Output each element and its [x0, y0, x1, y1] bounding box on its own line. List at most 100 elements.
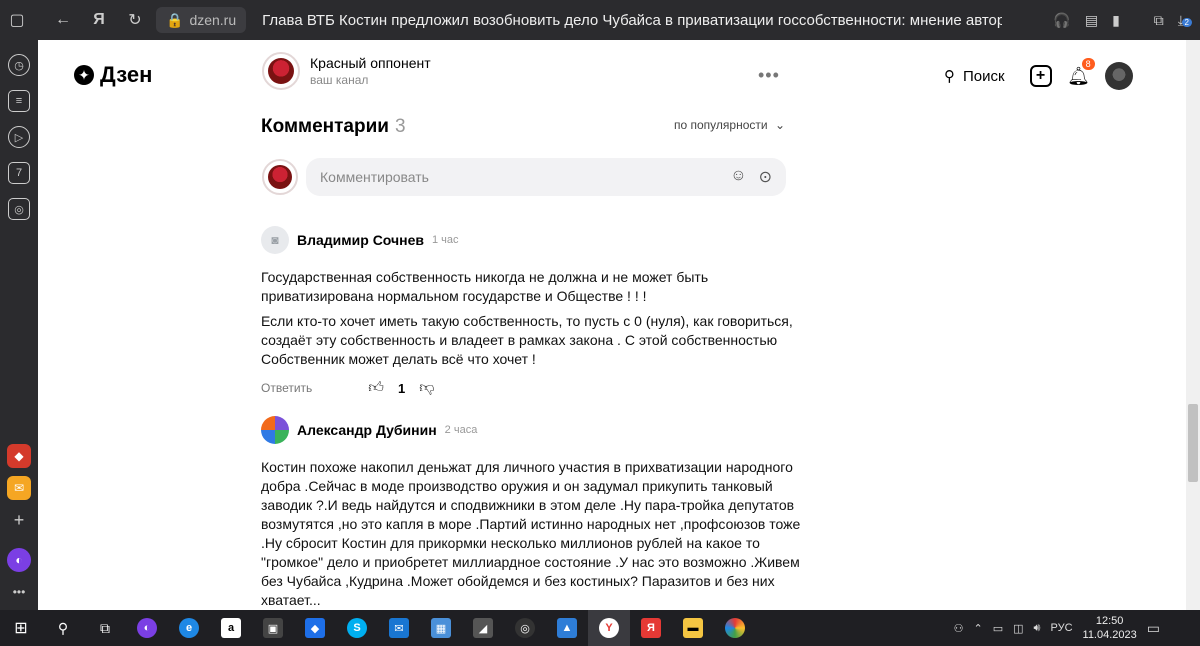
headphones-icon[interactable]: 🎧 — [1053, 12, 1070, 29]
comment-item: ◙ Владимир Сочнев 1 час Государственная … — [261, 226, 801, 397]
windows-start-icon[interactable]: ⊞ — [0, 610, 42, 646]
downloads-badge: 2 — [1181, 17, 1192, 27]
sidebar-toggle-icon[interactable]: ▢ — [4, 7, 30, 33]
comment-paragraph: Государственная собственность никогда не… — [261, 269, 709, 304]
sidebar-apps: ◆ ✉ + ◐ ••• — [0, 444, 38, 604]
skype-icon[interactable]: S — [336, 610, 378, 646]
app-red-icon[interactable]: ◆ — [7, 444, 31, 468]
notes-icon[interactable]: ≡ — [8, 90, 30, 112]
lock-icon: 🔒 — [166, 11, 184, 28]
avatar-placeholder-icon[interactable]: ◙ — [261, 226, 289, 254]
alice-taskbar-icon[interactable]: ◐ — [126, 610, 168, 646]
like-count: 1 — [397, 380, 406, 396]
search-label: Поиск — [963, 67, 1005, 85]
volume-icon[interactable]: 🔊︎ — [1034, 622, 1041, 635]
url-text: dzen.ru — [189, 12, 237, 28]
language-indicator[interactable]: РУС — [1050, 622, 1072, 634]
mail-icon[interactable]: ✉ — [378, 610, 420, 646]
battery-icon[interactable]: ▭ — [993, 622, 1003, 635]
collections-icon[interactable]: ⧉ — [1154, 12, 1164, 29]
avatar[interactable] — [261, 416, 289, 444]
chevron-down-icon: ⌄ — [774, 118, 785, 132]
browser-toolbar: ▢ ← Я ↻ 🔒 dzen.ru Глава ВТБ Костин предл… — [0, 0, 1200, 40]
film-icon[interactable]: ◎ — [504, 610, 546, 646]
back-icon[interactable]: ← — [50, 7, 76, 33]
clock-date: 11.04.2023 — [1082, 629, 1137, 641]
yandex-icon[interactable]: Я — [630, 610, 672, 646]
app-mail-icon[interactable]: ✉ — [7, 476, 31, 500]
people-icon[interactable]: ⚇ — [954, 622, 964, 635]
photos-icon[interactable]: ▦ — [420, 610, 462, 646]
alice-icon[interactable]: ◐ — [7, 548, 31, 572]
thumbs-down-icon[interactable]: 👎︎ — [419, 379, 434, 397]
composer-avatar — [262, 159, 298, 195]
notifications-badge: 8 — [1081, 58, 1095, 70]
store-icon[interactable]: ▣ — [252, 610, 294, 646]
play-icon[interactable]: ▷ — [8, 126, 30, 148]
amazon-icon[interactable]: a — [210, 610, 252, 646]
camera-icon[interactable]: ◎ — [8, 198, 30, 220]
emoji-icon[interactable]: ☺ — [730, 167, 746, 187]
thumbs-up-icon[interactable]: 👍︎ — [368, 379, 384, 397]
scrollbar-thumb[interactable] — [1188, 404, 1198, 482]
comment-author[interactable]: Александр Дубинин — [297, 422, 437, 438]
more-apps-icon[interactable]: ••• — [7, 580, 31, 604]
reload-icon[interactable]: ↻ — [122, 7, 148, 33]
channel-avatar[interactable] — [262, 52, 300, 90]
dzen-star-icon: ✦ — [74, 65, 94, 85]
taskbar: ⊞ ⚲ ⧉ ◐ e a ▣ ◆ S ✉ ▦ ◢ ◎ ▲ Y Я ▬ ⚇ ⌃ ▭ … — [0, 610, 1200, 646]
logo-text: Дзен — [100, 62, 153, 87]
comment-paragraph: Костин похоже накопил деньжат для личног… — [261, 459, 801, 608]
reader-icon[interactable]: ▤ — [1085, 12, 1098, 29]
comment-input[interactable] — [306, 158, 786, 196]
add-app-icon[interactable]: + — [7, 508, 31, 532]
attach-photo-icon[interactable]: ⊙ — [759, 167, 772, 187]
user-avatar[interactable] — [1104, 62, 1133, 90]
task-view-icon[interactable]: ⧉ — [84, 610, 126, 646]
sort-label: по популярности — [674, 118, 768, 132]
create-button[interactable]: + — [1029, 64, 1053, 88]
downloads-icon[interactable]: ⤓ 2 — [1178, 12, 1192, 29]
edge-icon[interactable]: e — [168, 610, 210, 646]
page-title: Глава ВТБ Костин предложил возобновить д… — [262, 11, 1003, 29]
channel-name[interactable]: Красный оппонент — [310, 55, 431, 71]
comment-author[interactable]: Владимир Сочнев — [297, 232, 424, 248]
network-icon[interactable]: ◫ — [1013, 622, 1023, 635]
notifications-button[interactable]: 🔔︎ 8 — [1067, 58, 1095, 88]
bookmark-icon[interactable]: ▮ — [1112, 12, 1120, 29]
comment-text: Костин похоже накопил деньжат для личног… — [261, 458, 801, 610]
comment-time: 1 час — [431, 234, 459, 246]
dzen-logo[interactable]: ✦ Дзен — [74, 62, 152, 88]
page-scrollbar[interactable] — [1186, 40, 1200, 610]
comments-heading: Комментарии 3 — [261, 116, 406, 138]
history-icon[interactable]: ◷ — [8, 54, 30, 76]
comment-text: Государственная собственность никогда не… — [261, 268, 801, 369]
search-button[interactable]: ⚲ Поиск — [934, 67, 1015, 86]
search-icon[interactable]: ⚲ — [42, 610, 84, 646]
calendar-icon[interactable]: 7 — [8, 162, 30, 184]
sort-dropdown[interactable]: по популярности ⌄ — [674, 118, 785, 132]
app-icon[interactable]: ◢ — [462, 610, 504, 646]
reply-button[interactable]: Ответить — [261, 381, 312, 395]
comment-composer: ☺ ⊙ — [262, 158, 786, 196]
page-content: ✦ Дзен Красный оппонент ваш канал ••• ⚲ … — [38, 40, 1186, 610]
yandex-icon[interactable]: Я — [86, 7, 112, 33]
comments-count: 3 — [394, 116, 406, 137]
plus-icon: + — [1029, 65, 1052, 87]
tray-chevron-icon[interactable]: ⌃ — [974, 622, 983, 635]
comment-item: Александр Дубинин 2 часа Костин похоже н… — [261, 416, 801, 610]
header-actions: ⚲ Поиск + 🔔︎ 8 — [934, 58, 1133, 90]
channel-info[interactable]: Красный оппонент ваш канал — [262, 52, 431, 90]
clock-time: 12:50 — [1095, 615, 1124, 627]
comment-time: 2 часа — [444, 424, 478, 436]
dropbox-icon[interactable]: ◆ — [294, 610, 336, 646]
address-bar[interactable]: 🔒 dzen.ru — [156, 7, 247, 33]
image-viewer-icon[interactable]: ▲ — [546, 610, 588, 646]
clock[interactable]: 12:50 11.04.2023 — [1083, 614, 1137, 642]
more-options-icon[interactable]: ••• — [758, 65, 780, 86]
system-tray: ⚇ ⌃ ▭ ◫ 🔊︎ РУС 12:50 11.04.2023 ▭ — [954, 610, 1160, 646]
notifications-icon[interactable]: ▭ — [1147, 620, 1160, 637]
yandex-browser-icon[interactable]: Y — [588, 610, 630, 646]
file-explorer-icon[interactable]: ▬ — [672, 610, 714, 646]
color-app-icon[interactable] — [714, 610, 756, 646]
